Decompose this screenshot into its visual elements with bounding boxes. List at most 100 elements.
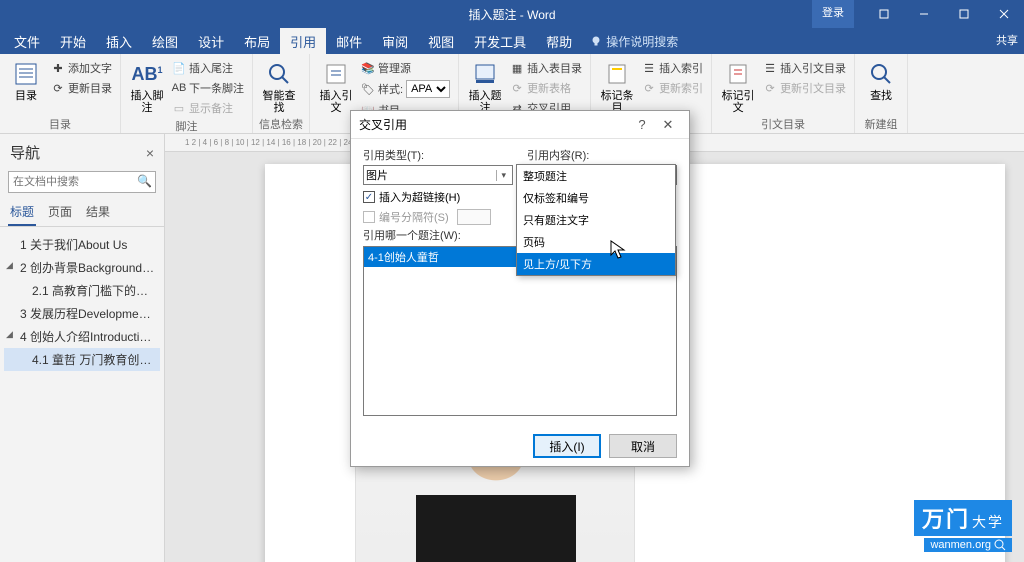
style-icon: 🏷 — [361, 82, 375, 96]
tell-me-search[interactable]: 操作说明搜索 — [582, 28, 686, 54]
nav-tab-pages[interactable]: 页面 — [46, 199, 74, 226]
next-footnote-button[interactable]: AB下一条脚注 — [170, 79, 246, 97]
titlebar-controls: 登录 — [812, 0, 1024, 28]
group-label: 引文目录 — [718, 115, 848, 132]
navigation-pane: 导航 × 🔍 标题 页面 结果 1 关于我们About Us ◢2 创办背景Ba… — [0, 134, 165, 562]
find-button[interactable]: 查找 — [861, 56, 901, 102]
dropdown-option[interactable]: 见上方/见下方 — [517, 253, 675, 275]
checkbox-checked-icon[interactable]: ✓ — [363, 191, 375, 203]
insert-authorities-button[interactable]: ☰插入引文目录 — [761, 59, 848, 77]
search-icon[interactable]: 🔍 — [137, 174, 152, 188]
dropdown-option[interactable]: 整项题注 — [517, 165, 675, 187]
nav-search-input[interactable] — [8, 171, 156, 193]
window-titlebar: 插入题注 - Word 登录 — [0, 0, 1024, 28]
mark-citation-button[interactable]: 标记引文 — [718, 56, 758, 114]
update-authorities-button[interactable]: ⟳更新引文目录 — [761, 79, 848, 97]
nav-close-icon[interactable]: × — [146, 145, 154, 161]
ribbon-group-research: 智能查找 信息检索 — [253, 54, 310, 133]
lightbulb-icon — [590, 35, 602, 47]
group-label: 新建组 — [861, 115, 901, 132]
smart-lookup-icon — [264, 60, 294, 88]
menu-help[interactable]: 帮助 — [536, 28, 582, 54]
menu-home[interactable]: 开始 — [50, 28, 96, 54]
ref-content-dropdown[interactable]: 整项题注 仅标签和编号 只有题注文字 页码 见上方/见下方 — [516, 164, 676, 276]
group-label: 目录 — [6, 115, 114, 132]
insert-index-button[interactable]: ☰插入索引 — [640, 59, 705, 77]
update-toc-button[interactable]: ⟳更新目录 — [49, 79, 114, 97]
menu-developer[interactable]: 开发工具 — [464, 28, 536, 54]
toc-button[interactable]: 目录 — [6, 56, 46, 102]
menu-draw[interactable]: 绘图 — [142, 28, 188, 54]
nav-tab-results[interactable]: 结果 — [84, 199, 112, 226]
menu-references[interactable]: 引用 — [280, 28, 326, 54]
dialog-close-icon[interactable]: ✕ — [655, 117, 681, 133]
update-table-button[interactable]: ⟳更新表格 — [508, 79, 584, 97]
smart-lookup-button[interactable]: 智能查找 — [259, 56, 299, 114]
update-icon: ⟳ — [51, 81, 65, 95]
watermark-url: wanmen.org — [924, 538, 1012, 552]
ribbon-options-icon[interactable] — [864, 0, 904, 28]
ref-type-label: 引用类型(T): — [363, 147, 513, 163]
menu-review[interactable]: 审阅 — [372, 28, 418, 54]
dialog-title: 交叉引用 — [359, 116, 407, 133]
menu-insert[interactable]: 插入 — [96, 28, 142, 54]
collapse-icon[interactable]: ◢ — [6, 329, 13, 340]
tree-item[interactable]: ◢2 创办背景Background Of... — [4, 256, 160, 279]
group-label: 信息检索 — [259, 115, 303, 132]
dropdown-option[interactable]: 只有题注文字 — [517, 209, 675, 231]
citation-icon — [321, 60, 351, 88]
menu-layout[interactable]: 布局 — [234, 28, 280, 54]
dialog-titlebar[interactable]: 交叉引用 ? ✕ — [351, 111, 689, 139]
nav-tabs: 标题 页面 结果 — [0, 199, 164, 227]
ref-type-select[interactable]: 图片▾ — [363, 165, 513, 185]
update-auth-icon: ⟳ — [763, 81, 777, 95]
watermark: 万门大学 wanmen.org — [914, 500, 1012, 552]
nav-search: 🔍 — [8, 171, 156, 193]
tree-item[interactable]: 4.1 童哲 万门教育创始... — [4, 348, 160, 371]
dropdown-option[interactable]: 仅标签和编号 — [517, 187, 675, 209]
minimize-icon[interactable] — [904, 0, 944, 28]
watermark-logo: 万门大学 — [914, 500, 1012, 536]
menu-design[interactable]: 设计 — [188, 28, 234, 54]
insert-caption-button[interactable]: 插入题注 — [465, 56, 505, 114]
tree-item[interactable]: 3 发展历程Development... — [4, 302, 160, 325]
login-button[interactable]: 登录 — [812, 0, 854, 28]
style-dropdown[interactable]: APA — [406, 80, 450, 98]
mark-citation-icon — [723, 60, 753, 88]
citation-style-select[interactable]: 🏷样式:APA — [359, 79, 452, 99]
cancel-button[interactable]: 取消 — [609, 434, 677, 458]
close-icon[interactable] — [984, 0, 1024, 28]
authorities-icon: ☰ — [763, 61, 777, 75]
menu-view[interactable]: 视图 — [418, 28, 464, 54]
cursor-icon — [610, 240, 626, 260]
add-text-icon: ✚ — [51, 61, 65, 75]
checkbox-icon — [363, 211, 375, 223]
tree-item[interactable]: ◢4 创始人介绍Introduction... — [4, 325, 160, 348]
ribbon-group-authorities: 标记引文 ☰插入引文目录 ⟳更新引文目录 引文目录 — [712, 54, 855, 133]
tree-item[interactable]: 1 关于我们About Us — [4, 233, 160, 256]
mark-entry-button[interactable]: 标记条目 — [597, 56, 637, 114]
insert-button[interactable]: 插入(I) — [533, 434, 601, 458]
caption-icon — [470, 60, 500, 88]
menu-mailings[interactable]: 邮件 — [326, 28, 372, 54]
next-footnote-icon: AB — [172, 81, 186, 95]
insert-table-figures-button[interactable]: ▦插入表目录 — [508, 59, 584, 77]
insert-endnote-button[interactable]: 📄插入尾注 — [170, 59, 246, 77]
insert-footnote-button[interactable]: AB1 插入脚注 — [127, 56, 167, 114]
nav-tab-headings[interactable]: 标题 — [8, 199, 36, 226]
manage-sources-button[interactable]: 📚管理源 — [359, 59, 452, 77]
maximize-icon[interactable] — [944, 0, 984, 28]
collapse-icon[interactable]: ◢ — [6, 260, 13, 271]
share-button[interactable]: 共享 — [996, 32, 1018, 48]
dropdown-option[interactable]: 页码 — [517, 231, 675, 253]
chevron-down-icon: ▾ — [496, 170, 510, 181]
tree-item[interactable]: 2.1 高教育门槛下的求变... — [4, 279, 160, 302]
show-notes-button[interactable]: ▭显示备注 — [170, 99, 246, 117]
table-figures-icon: ▦ — [510, 61, 524, 75]
ribbon-group-toc: 目录 ✚添加文字 ⟳更新目录 目录 — [0, 54, 121, 133]
menu-file[interactable]: 文件 — [4, 28, 50, 54]
add-text-button[interactable]: ✚添加文字 — [49, 59, 114, 77]
insert-citation-button[interactable]: 插入引文 — [316, 56, 356, 114]
dialog-help-icon[interactable]: ? — [629, 117, 655, 132]
update-index-button[interactable]: ⟳更新索引 — [640, 79, 705, 97]
